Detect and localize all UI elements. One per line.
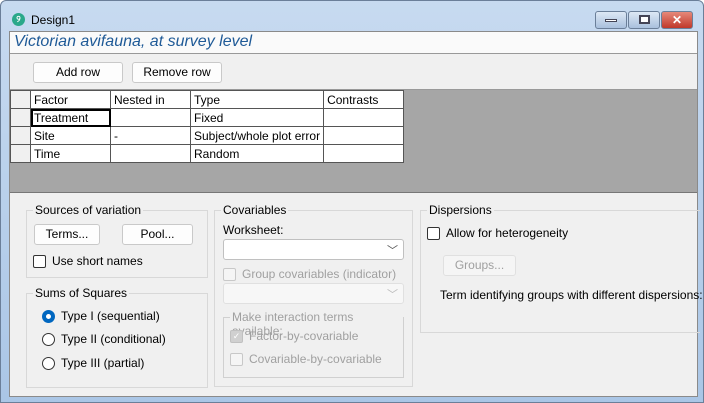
factor-by-covariable-checkbox[interactable]: ✓ Factor-by-covariable: [230, 329, 358, 343]
terms-button[interactable]: Terms...: [34, 224, 100, 245]
covariable-by-covariable-checkbox[interactable]: Covariable-by-covariable: [230, 352, 382, 366]
group-label: Sources of variation: [33, 203, 144, 217]
table-row: Time Random: [10, 144, 405, 163]
checkbox-box[interactable]: [223, 267, 236, 281]
chevron-down-icon: ﹀: [387, 289, 398, 301]
group-covariables-select[interactable]: ﹀: [223, 283, 404, 304]
column-header: Type: [189, 90, 325, 109]
cell-contrasts[interactable]: [323, 144, 405, 163]
factor-grid: Factor Nested in Type Contrasts Treatmen…: [10, 90, 697, 192]
sources-group: Sources of variation Terms... Pool... Us…: [26, 203, 208, 278]
checkbox-label: Covariable-by-covariable: [249, 352, 382, 366]
table-row: Site - Subject/whole plot error: [10, 126, 405, 145]
cell-nested-in[interactable]: -: [110, 126, 191, 145]
type-3-radio[interactable]: Type III (partial): [42, 356, 144, 370]
check-icon[interactable]: ✓: [230, 329, 243, 343]
toolbar: Add row Remove row: [10, 53, 697, 90]
sums-of-squares-group: Sums of Squares Type I (sequential) Type…: [26, 286, 208, 388]
corner-cell: [10, 90, 31, 109]
radio-icon[interactable]: [42, 332, 55, 346]
groups-button[interactable]: Groups...: [443, 255, 516, 276]
checkbox-label: Factor-by-covariable: [249, 329, 359, 343]
remove-row-button[interactable]: Remove row: [132, 62, 222, 83]
table-header-row: Factor Nested in Type Contrasts: [10, 90, 405, 109]
pool-button[interactable]: Pool...: [122, 224, 193, 245]
covariables-group: Covariables Worksheet: ﹀ Group covariabl…: [214, 203, 413, 387]
checkbox-box[interactable]: [33, 254, 46, 268]
row-header[interactable]: [10, 144, 31, 163]
column-header: Nested in: [110, 90, 191, 109]
cell-type[interactable]: Fixed: [189, 108, 325, 127]
cell-type[interactable]: Subject/whole plot error: [189, 126, 325, 145]
allow-heterogeneity-checkbox[interactable]: Allow for heterogeneity: [427, 226, 568, 240]
cell-factor[interactable]: Site: [30, 126, 111, 145]
cell-contrasts[interactable]: [323, 126, 405, 145]
use-short-names-checkbox[interactable]: Use short names: [33, 254, 143, 268]
window-title: Design1: [31, 13, 76, 27]
dispersions-group: Dispersions Allow for heterogeneity Grou…: [420, 203, 703, 333]
dispersion-term-label: Term identifying groups with different d…: [440, 288, 703, 302]
radio-label: Type I (sequential): [61, 309, 160, 323]
options-panel: Sources of variation Terms... Pool... Us…: [10, 192, 703, 397]
checkbox-label: Group covariables (indicator): [242, 267, 397, 281]
chevron-down-icon: ﹀: [387, 245, 398, 257]
dialog-window: ୨ Design1 ✕ Victorian avifauna, at surve…: [0, 0, 704, 403]
add-row-button[interactable]: Add row: [33, 62, 123, 83]
checkbox-label: Allow for heterogeneity: [446, 226, 569, 240]
table-row: Treatment Fixed: [10, 108, 405, 127]
cell-contrasts[interactable]: [323, 108, 405, 127]
radio-icon[interactable]: [42, 309, 55, 323]
app-icon: ୨: [12, 13, 25, 26]
checkbox-box[interactable]: [427, 226, 440, 240]
cell-factor[interactable]: Treatment: [30, 108, 111, 127]
worksheet-select[interactable]: ﹀: [223, 239, 404, 260]
maximize-button[interactable]: [628, 11, 660, 29]
design-subtitle: Victorian avifauna, at survey level: [10, 32, 697, 53]
radio-icon[interactable]: [42, 356, 55, 370]
checkbox-box[interactable]: [230, 352, 243, 366]
group-label: Dispersions: [427, 203, 494, 217]
row-header[interactable]: [10, 108, 31, 127]
radio-label: Type III (partial): [61, 356, 145, 370]
radio-label: Type II (conditional): [61, 332, 166, 346]
group-label: Covariables: [221, 203, 289, 217]
column-header: Contrasts: [323, 90, 405, 109]
row-header[interactable]: [10, 126, 31, 145]
type-1-radio[interactable]: Type I (sequential): [42, 309, 160, 323]
cell-factor[interactable]: Time: [30, 144, 111, 163]
cell-nested-in[interactable]: [110, 144, 191, 163]
column-header: Factor: [30, 90, 111, 109]
cell-nested-in[interactable]: [110, 108, 191, 127]
minimize-button[interactable]: [595, 11, 627, 29]
group-covariables-checkbox[interactable]: Group covariables (indicator): [223, 267, 396, 281]
group-label: Sums of Squares: [33, 286, 130, 300]
checkbox-label: Use short names: [52, 254, 143, 268]
cell-type[interactable]: Random: [189, 144, 325, 163]
interaction-terms-group: Make interaction terms available: ✓ Facto…: [223, 310, 404, 378]
type-2-radio[interactable]: Type II (conditional): [42, 332, 166, 346]
client-area: Victorian avifauna, at survey level Add …: [9, 31, 703, 397]
close-button[interactable]: ✕: [661, 11, 693, 29]
worksheet-label: Worksheet:: [223, 223, 284, 237]
